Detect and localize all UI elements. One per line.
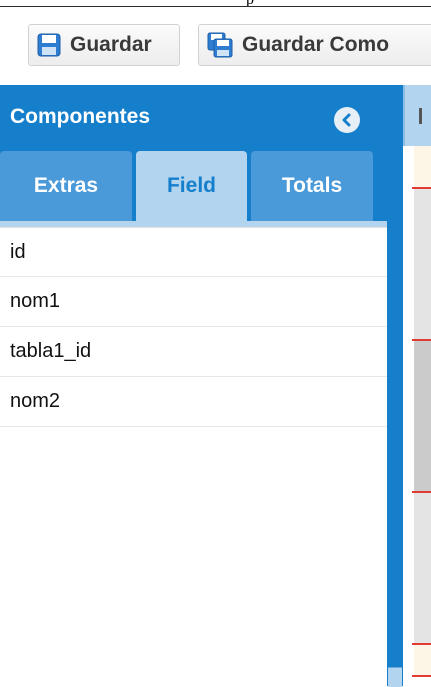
band-page-header[interactable] [414, 146, 431, 188]
tab-totals-label: Totals [281, 174, 343, 197]
header-marker [419, 108, 422, 124]
panel-title: Componentes [10, 105, 151, 128]
band-report-header[interactable] [414, 189, 431, 339]
band-page-footer[interactable] [414, 645, 431, 675]
band-footer[interactable] [414, 493, 431, 643]
tab-extras-label: Extras [33, 174, 99, 197]
field-list: id nom1 tabla1_id nom2 [0, 227, 387, 427]
tab-field-label: Field [166, 174, 216, 197]
save-button[interactable]: Guardar [28, 24, 180, 66]
save-as-button[interactable]: Guardar Como [198, 24, 431, 66]
panel-header: Componentes [0, 85, 387, 151]
field-item-tabla1-id[interactable]: tabla1_id [0, 327, 387, 377]
band-divider [412, 675, 431, 677]
save-button-label: Guardar [70, 33, 152, 56]
components-panel: Componentes Extras Field Totals id nom1 … [0, 85, 390, 686]
tab-extras[interactable]: Extras [0, 151, 132, 221]
panel-scrollbar[interactable] [387, 85, 403, 687]
field-item-nom1[interactable]: nom1 [0, 277, 387, 327]
tab-field[interactable]: Field [136, 151, 247, 221]
band-detail[interactable] [414, 341, 431, 491]
report-design-area[interactable] [403, 85, 431, 686]
field-item-id[interactable]: id [0, 227, 387, 277]
tab-totals[interactable]: Totals [251, 151, 373, 221]
floppy-disk-icon [37, 33, 61, 57]
tab-bar: Extras Field Totals [0, 151, 387, 227]
cropped-top-edge: p [0, 0, 431, 7]
chevron-left-circle-icon[interactable] [334, 107, 360, 133]
floppy-disks-icon [207, 32, 233, 58]
cropped-glyph: p [246, 0, 254, 6]
scrollbar-thumb[interactable] [388, 667, 402, 687]
toolbar: Guardar Guardar Como [0, 7, 431, 77]
field-item-nom2[interactable]: nom2 [0, 377, 387, 427]
save-as-button-label: Guardar Como [242, 33, 390, 56]
design-area-header [403, 85, 431, 146]
